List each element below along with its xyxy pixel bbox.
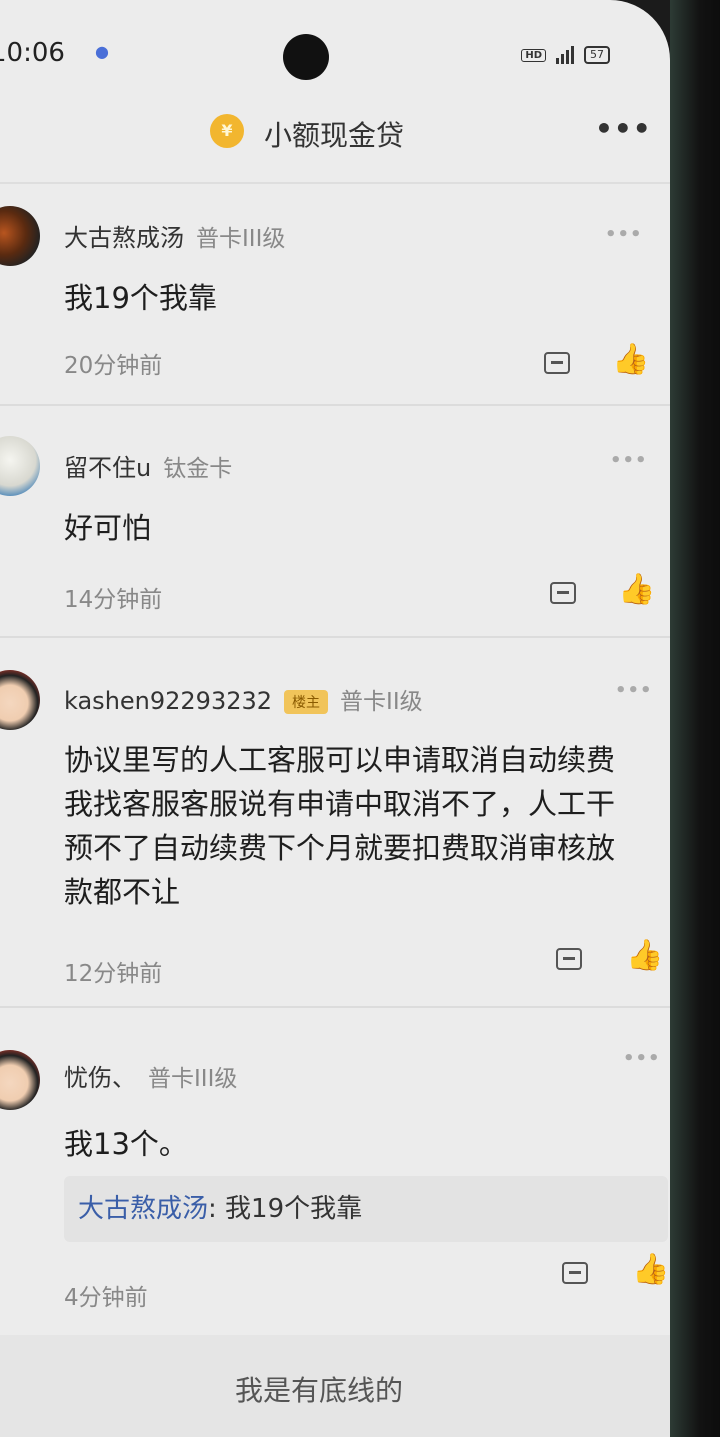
reply-icon[interactable] (544, 352, 570, 374)
comment-line: 我找客服客服说有申请中取消不了，人工干 (64, 787, 616, 821)
like-icon[interactable]: 👍 (612, 342, 649, 377)
forum-title[interactable]: 小额现金贷 (264, 114, 404, 154)
user-level: 钛金卡 (163, 456, 233, 482)
comment-divider (0, 1006, 670, 1008)
thread-owner-badge: 楼主 (284, 690, 329, 714)
end-of-list-text: 我是有底线的 (235, 1374, 404, 1407)
username[interactable]: 留不住u (64, 454, 151, 482)
avatar[interactable] (0, 436, 40, 496)
phone-screen: 10:06 ● HD 57 ¥ 小额现金贷 ••• 大古熬成汤普卡III级 ••… (0, 0, 670, 1437)
comment-divider (0, 636, 670, 638)
like-icon[interactable]: 👍 (618, 572, 655, 607)
comment-more-button[interactable]: ••• (610, 450, 648, 471)
comment-more-button[interactable]: ••• (623, 1048, 661, 1069)
comment-username-line: 留不住u 钛金卡 (64, 448, 232, 483)
status-bar: 10:06 ● HD 57 (0, 28, 670, 80)
comment-username-line: 忧伤、 普卡III级 (64, 1058, 237, 1093)
signal-icon (556, 46, 574, 64)
phone-bezel (670, 0, 720, 1437)
username[interactable]: 大古熬成汤 (64, 224, 184, 252)
reply-icon[interactable] (562, 1262, 588, 1284)
quote-text: 我19个我靠 (225, 1194, 363, 1224)
list-end-footer: 我是有底线的 (0, 1335, 670, 1437)
quote-username[interactable]: 大古熬成汤 (78, 1194, 208, 1224)
forum-coin-icon[interactable]: ¥ (210, 114, 244, 148)
hd-badge: HD (521, 48, 546, 62)
header-divider (0, 182, 670, 184)
paw-icon: ● (95, 42, 109, 61)
avatar[interactable] (0, 670, 40, 730)
user-level: 普卡III级 (196, 226, 286, 252)
forum-header: ¥ 小额现金贷 ••• (0, 100, 670, 170)
comment-more-button[interactable]: ••• (605, 224, 643, 245)
comment-time: 12分钟前 (64, 961, 163, 987)
comment-line: 预不了自动续费下个月就要扣费取消审核放 (64, 831, 616, 865)
comment-more-button[interactable]: ••• (615, 680, 653, 701)
status-time: 10:06 (0, 38, 65, 68)
comment-divider (0, 404, 670, 406)
comment-text: 协议里写的人工客服可以申请取消自动续费 我找客服客服说有申请中取消不了，人工干 … (64, 738, 664, 914)
user-level: 普卡II级 (340, 689, 423, 715)
comment-line: 协议里写的人工客服可以申请取消自动续费 (64, 743, 616, 777)
comment-time: 14分钟前 (64, 587, 163, 613)
comment-username-line: 大古熬成汤 普卡III级 (64, 218, 285, 253)
front-camera (283, 34, 329, 80)
comment-text: 我19个我靠 (64, 281, 217, 315)
avatar[interactable] (0, 1050, 40, 1110)
header-more-button[interactable]: ••• (595, 112, 652, 145)
reply-icon[interactable] (556, 948, 582, 970)
user-level: 普卡III级 (148, 1066, 238, 1092)
avatar[interactable] (0, 206, 40, 266)
comment-username-line: kashen92293232 楼主 普卡II级 (64, 682, 423, 716)
comment-time: 20分钟前 (64, 353, 163, 379)
username[interactable]: 忧伤、 (64, 1064, 136, 1092)
like-icon[interactable]: 👍 (632, 1252, 669, 1287)
comment-text: 好可怕 (64, 511, 152, 545)
reply-icon[interactable] (550, 582, 576, 604)
like-icon[interactable]: 👍 (626, 938, 663, 973)
status-indicators: HD 57 (521, 46, 610, 64)
comment-time: 4分钟前 (64, 1285, 148, 1311)
quoted-reply[interactable]: 大古熬成汤: 我19个我靠 (64, 1176, 668, 1242)
comment-line: 款都不让 (64, 875, 181, 909)
battery-indicator: 57 (584, 46, 610, 64)
username[interactable]: kashen92293232 (64, 687, 272, 715)
comment-text: 我13个。 (64, 1127, 188, 1161)
